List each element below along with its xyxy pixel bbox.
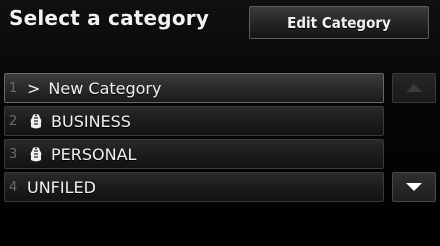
list-item-label: PERSONAL [51,144,137,164]
list-item-unfiled[interactable]: 4 UNFILED [4,172,384,202]
scroll-down-button[interactable] [392,172,436,202]
scroll-up-button[interactable] [392,73,436,103]
triangle-down-icon [406,183,422,191]
briefcase-tag-icon [27,145,45,163]
edit-category-button[interactable]: Edit Category [249,6,429,39]
list-item-label: UNFILED [27,177,96,197]
item-number: 1 [9,80,18,96]
triangle-up-icon [406,84,422,92]
page-title: Select a category [9,6,210,30]
list-item-label: BUSINESS [51,111,131,131]
list-item-business[interactable]: 2 BUSINESS [4,106,384,136]
list-item-new-category[interactable]: 1 > New Category [4,73,384,103]
briefcase-tag-icon [27,112,45,130]
item-number: 3 [9,146,18,162]
new-item-chevron-icon: > [27,78,41,98]
list-item-label: New Category [48,78,162,98]
category-list: 1 > New Category 2 BUSINESS 3 PERSONAL 4… [4,73,384,205]
item-number: 4 [9,179,18,195]
list-item-personal[interactable]: 3 PERSONAL [4,139,384,169]
item-number: 2 [9,113,18,129]
